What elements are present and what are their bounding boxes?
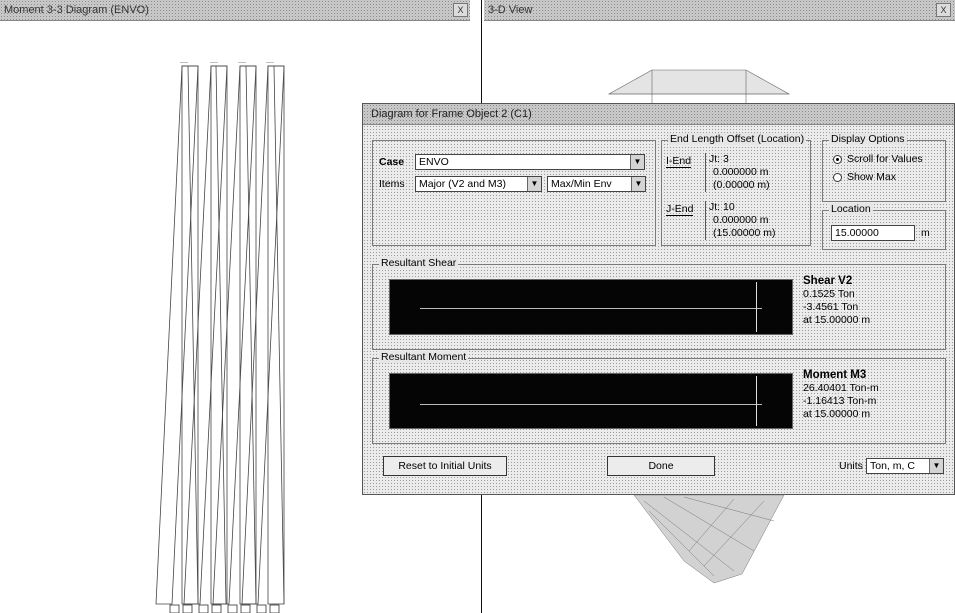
supports — [169, 604, 280, 613]
shear-values: Shear V2 0.1525 Ton -3.4561 Ton at 15.00… — [803, 275, 870, 327]
display-options-group: Display Options Scroll for Values Show M… — [822, 133, 946, 202]
location-value: 15.00000 — [835, 227, 879, 239]
column-4 — [267, 65, 285, 605]
structure-bottom — [633, 494, 785, 584]
location-input[interactable]: 15.00000 — [831, 225, 915, 241]
location-legend: Location — [829, 203, 873, 215]
dialog-titlebar: Diagram for Frame Object 2 (C1) — [363, 104, 954, 125]
chevron-down-icon[interactable]: ▼ — [630, 155, 644, 169]
i-end-offset: 0.000000 m — [713, 166, 769, 178]
svg-text:----: ---- — [210, 60, 218, 66]
right-pane-title: 3-D View — [488, 4, 533, 16]
svg-text:----: ---- — [180, 60, 188, 66]
show-max-label[interactable]: Show Max — [847, 171, 896, 183]
column-1 — [181, 65, 199, 605]
right-pane-titlebar: 3-D View X — [484, 0, 955, 21]
i-end-label: I-End — [666, 155, 692, 168]
moment-value-1: 26.40401 Ton-m — [803, 382, 879, 394]
items-value: Major (V2 and M3) — [419, 178, 506, 190]
moment-values: Moment M3 26.40401 Ton-m -1.16413 Ton-m … — [803, 369, 879, 421]
shear-value-2: -3.4561 Ton — [803, 301, 859, 313]
show-max-radio[interactable] — [833, 173, 842, 182]
resultant-shear-legend: Resultant Shear — [379, 257, 459, 269]
moment-diagram-3 — [212, 65, 257, 605]
j-end-label: J-End — [666, 203, 694, 216]
j-end-offset: 0.000000 m — [713, 214, 769, 226]
i-end-values: Jt: 3 0.000000 m (0.00000 m) — [705, 153, 770, 192]
moment-title: Moment M3 — [803, 369, 867, 381]
units-label: Units — [839, 460, 863, 472]
resultant-shear-group: Resultant Shear Shear V2 0.1525 Ton -3.4… — [372, 257, 946, 350]
moment-diagram-2 — [183, 65, 228, 605]
units-value: Ton, m, C — [870, 460, 915, 472]
shear-location-cursor[interactable] — [756, 282, 757, 332]
moment-diagram-4 — [241, 65, 285, 605]
resultant-moment-legend: Resultant Moment — [379, 351, 469, 363]
svg-text:----: ---- — [238, 60, 246, 66]
moment-at: at 15.00000 m — [803, 408, 871, 420]
j-end-joint: Jt: 10 — [709, 201, 735, 213]
envelope-dropdown[interactable]: Max/Min Env ▼ — [547, 176, 646, 192]
location-group: Location 15.00000 m — [822, 203, 946, 250]
items-label: Items — [379, 178, 405, 190]
done-button[interactable]: Done — [607, 456, 715, 476]
j-end-location: (15.00000 m) — [713, 227, 776, 239]
moment-diagram-1 — [155, 65, 199, 605]
case-value: ENVO — [419, 156, 449, 168]
i-end-joint: Jt: 3 — [709, 153, 729, 165]
i-end-location: (0.00000 m) — [713, 179, 770, 191]
location-unit: m — [921, 227, 930, 239]
shear-value-1: 0.1525 Ton — [803, 288, 855, 300]
moment-location-cursor[interactable] — [756, 376, 757, 426]
scroll-values-label[interactable]: Scroll for Values — [847, 153, 923, 165]
chevron-down-icon[interactable]: ▼ — [631, 177, 645, 191]
units-dropdown[interactable]: Ton, m, C ▼ — [866, 458, 944, 474]
j-end-values: Jt: 10 0.000000 m (15.00000 m) — [705, 201, 775, 240]
frame-diagram-dialog: Diagram for Frame Object 2 (C1) Case ENV… — [362, 103, 955, 495]
case-items-group: Case ENVO ▼ Items Major (V2 and M3) ▼ Ma… — [372, 140, 656, 246]
items-dropdown[interactable]: Major (V2 and M3) ▼ — [415, 176, 542, 192]
moment-axis — [420, 404, 762, 405]
shear-axis — [420, 308, 762, 309]
shear-title: Shear V2 — [803, 275, 853, 287]
right-pane-close-button[interactable]: X — [936, 3, 951, 17]
dialog-title: Diagram for Frame Object 2 (C1) — [371, 108, 532, 120]
shear-at: at 15.00000 m — [803, 314, 871, 326]
scroll-values-radio[interactable] — [833, 155, 842, 164]
structure-top — [607, 69, 791, 103]
chevron-down-icon[interactable]: ▼ — [527, 177, 541, 191]
svg-text:----: ---- — [266, 60, 274, 66]
moment-value-2: -1.16413 Ton-m — [803, 395, 877, 407]
end-offset-group: End Length Offset (Location) I-End Jt: 3… — [661, 133, 811, 246]
reset-units-button[interactable]: Reset to Initial Units — [383, 456, 507, 476]
case-dropdown[interactable]: ENVO ▼ — [415, 154, 645, 170]
end-offset-legend: End Length Offset (Location) — [668, 133, 807, 145]
left-pane-close-button[interactable]: X — [453, 3, 468, 17]
moment-diagram-plot[interactable] — [389, 373, 793, 429]
case-label: Case — [379, 156, 405, 168]
resultant-moment-group: Resultant Moment Moment M3 26.40401 Ton-… — [372, 351, 946, 444]
left-pane-title: Moment 3-3 Diagram (ENVO) — [4, 4, 149, 16]
envelope-value: Max/Min Env — [551, 178, 612, 190]
left-pane-titlebar: Moment 3-3 Diagram (ENVO) X — [0, 0, 470, 21]
shear-diagram-plot[interactable] — [389, 279, 793, 335]
chevron-down-icon[interactable]: ▼ — [929, 459, 943, 473]
display-options-legend: Display Options — [829, 133, 907, 145]
